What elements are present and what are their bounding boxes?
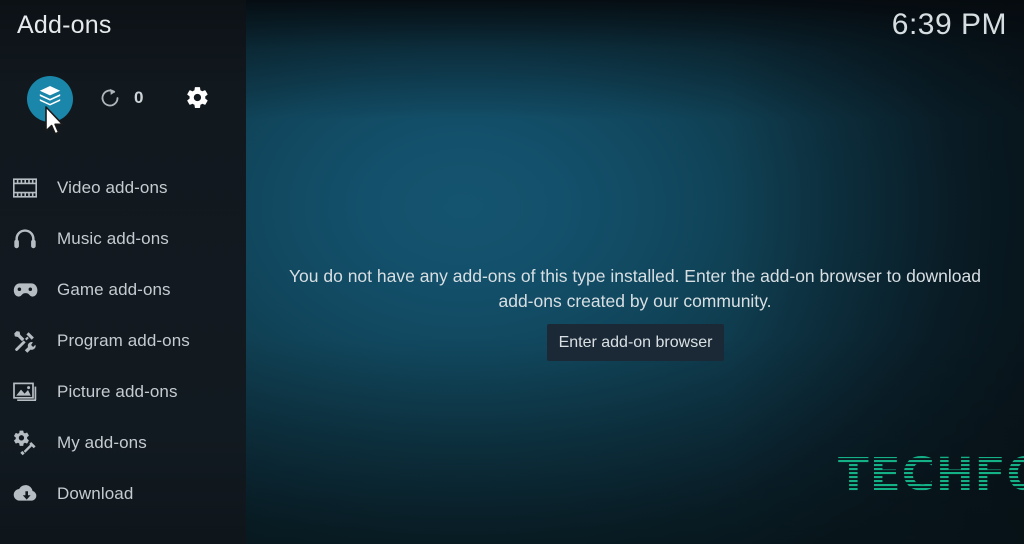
sidebar: Add-ons 0 Video add-ons Music add-ons Ga… <box>0 0 246 544</box>
sidebar-item-label: My add-ons <box>57 432 147 452</box>
package-box-icon <box>37 84 63 115</box>
empty-state-message: You do not have any add-ons of this type… <box>288 266 982 311</box>
gear-puzzle-icon <box>10 428 40 458</box>
settings-button[interactable] <box>182 85 212 115</box>
sidebar-item-label: Video add-ons <box>57 177 168 197</box>
kodi-addons-screen: Add-ons 0 Video add-ons Music add-ons Ga… <box>0 0 1024 544</box>
refresh-updates-button[interactable] <box>96 86 124 114</box>
sidebar-item-music-addons[interactable]: Music add-ons <box>0 213 246 264</box>
addons-toolbar: 0 <box>0 76 246 132</box>
watermark-techfollows: TECHFOLLOWS <box>838 452 1024 500</box>
sidebar-item-label: Music add-ons <box>57 228 169 248</box>
image-photo-icon <box>10 377 40 407</box>
sidebar-menu: Video add-ons Music add-ons Game add-ons… <box>0 162 246 519</box>
headphones-icon <box>10 224 40 254</box>
refresh-update-icon <box>99 87 121 114</box>
sidebar-item-program-addons[interactable]: Program add-ons <box>0 315 246 366</box>
sidebar-item-label: Picture add-ons <box>57 381 178 401</box>
main-content: You do not have any add-ons of this type… <box>246 0 1024 544</box>
sidebar-item-download[interactable]: Download <box>0 468 246 519</box>
sidebar-item-game-addons[interactable]: Game add-ons <box>0 264 246 315</box>
update-count-badge: 0 <box>134 88 144 107</box>
sidebar-item-label: Download <box>57 483 134 503</box>
gamepad-icon <box>10 275 40 305</box>
film-strip-icon <box>10 173 40 203</box>
screwdriver-wrench-icon <box>10 326 40 356</box>
page-title: Add-ons <box>17 11 112 39</box>
enter-addon-browser-button[interactable]: Enter add-on browser <box>547 324 724 361</box>
sidebar-item-label: Game add-ons <box>57 279 171 299</box>
sidebar-item-my-addons[interactable]: My add-ons <box>0 417 246 468</box>
sidebar-item-video-addons[interactable]: Video add-ons <box>0 162 246 213</box>
cloud-download-icon <box>10 479 40 509</box>
sidebar-item-picture-addons[interactable]: Picture add-ons <box>0 366 246 417</box>
sidebar-item-label: Program add-ons <box>57 330 190 350</box>
addon-browser-button[interactable] <box>27 76 73 122</box>
gear-icon <box>185 85 210 115</box>
